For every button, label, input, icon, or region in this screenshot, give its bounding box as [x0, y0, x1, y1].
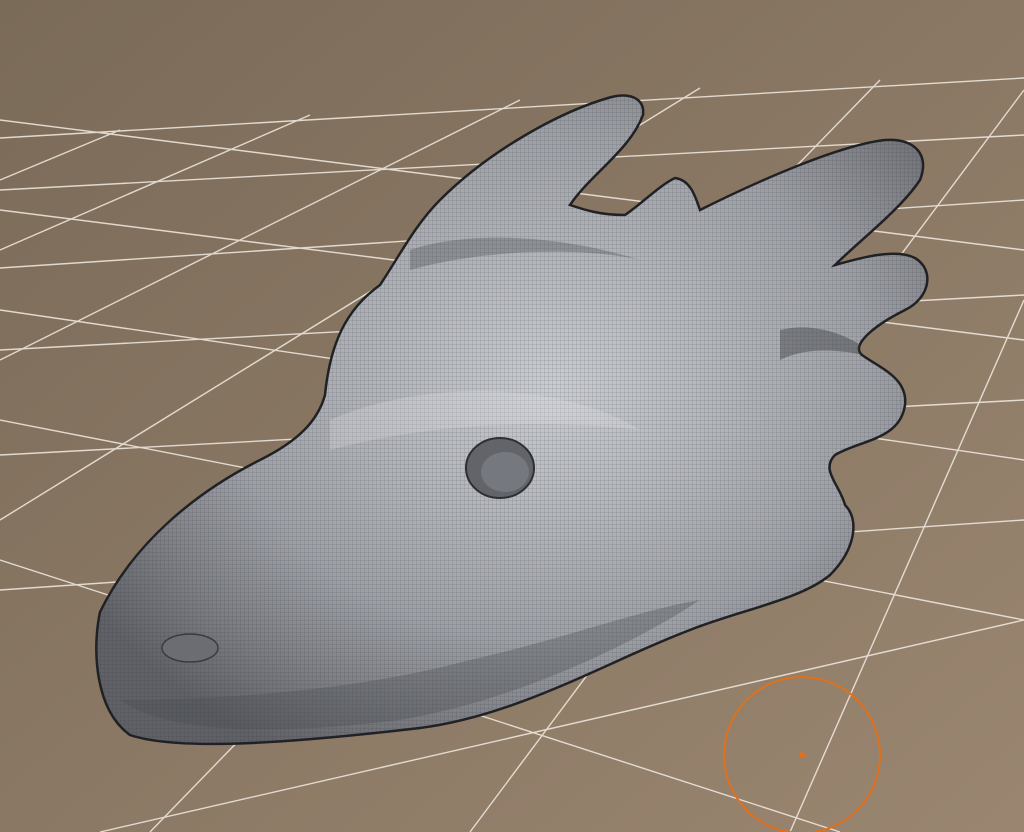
brush-center-dot: [799, 752, 805, 758]
3d-viewport[interactable]: [0, 0, 1024, 832]
eye-socket-inner: [481, 452, 529, 492]
viewport-scene[interactable]: [0, 0, 1024, 832]
nostril-icon: [161, 633, 219, 663]
